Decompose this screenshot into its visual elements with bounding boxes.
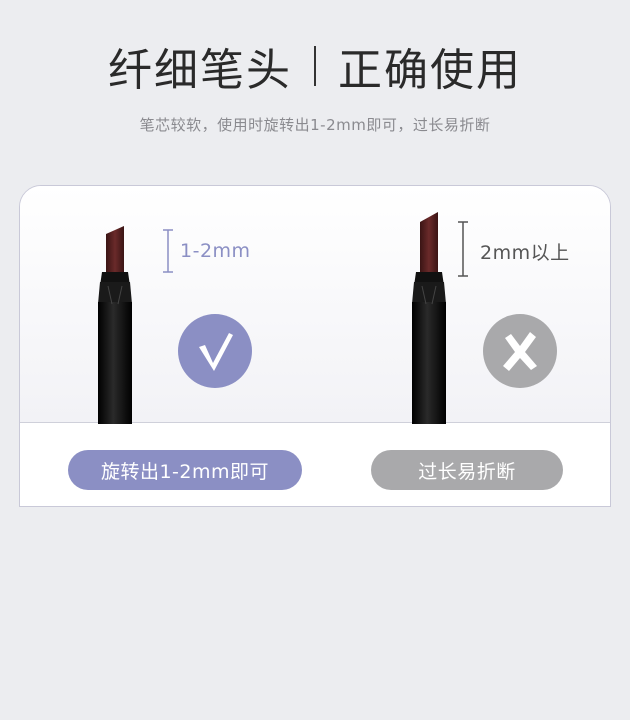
caption-correct: 旋转出1-2mm即可: [68, 450, 302, 490]
check-badge: [178, 314, 252, 388]
measure-bracket-left: [163, 229, 173, 273]
measure-label-correct: 1-2mm: [180, 240, 251, 262]
cross-badge: [483, 314, 557, 388]
measure-label-wrong: 2mm以上: [480, 242, 570, 264]
comparison-panel: 1-2mm 2mm以上 旋转出1-2mm即可 过长易折断: [19, 185, 611, 507]
title-left: 纤细笔头: [108, 45, 292, 96]
title-right: 正确使用: [338, 45, 522, 96]
cross-icon: [503, 332, 537, 371]
caption-wrong: 过长易折断: [371, 450, 563, 490]
page-title: 纤细笔头 正确使用: [0, 34, 630, 98]
measure-bracket-right: [458, 221, 468, 277]
check-icon: [199, 333, 233, 371]
pencil-correct-illustration: [98, 226, 132, 424]
title-divider: [314, 46, 316, 86]
page-subtitle: 笔芯较软，使用时旋转出1-2mm即可，过长易折断: [139, 116, 491, 134]
